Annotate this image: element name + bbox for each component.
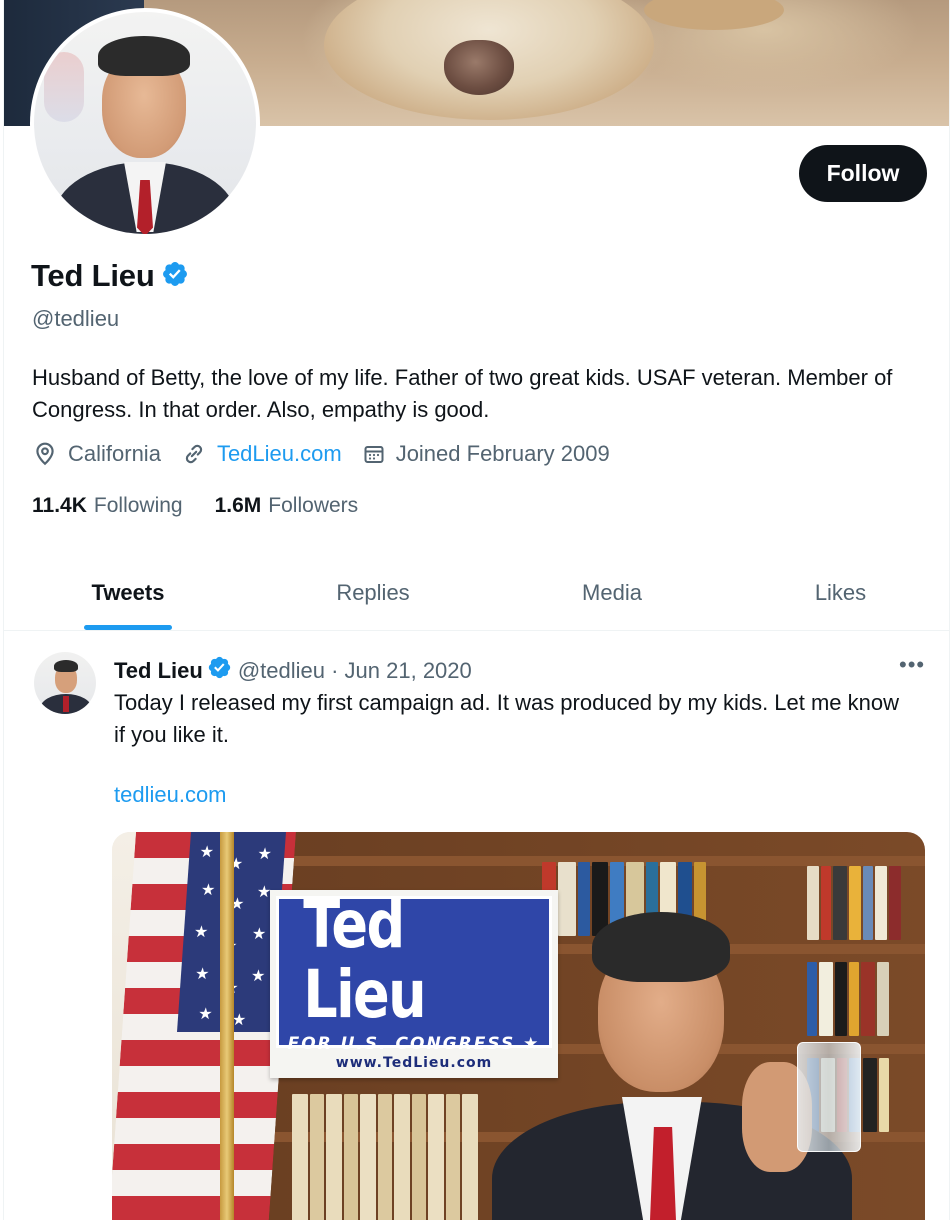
followers-label: Followers [268, 494, 359, 517]
tweet-item[interactable]: Ted Lieu @tedlieu · Jun 21, 2020 ••• Tod… [4, 632, 949, 1220]
tweet-author-name[interactable]: Ted Lieu [114, 658, 203, 684]
tweet-header: Ted Lieu @tedlieu · Jun 21, 2020 [114, 655, 472, 686]
following-count: 11.4K [32, 494, 87, 517]
us-flag-image: ★★★ ★★★ ★★★ ★★★ ★★ [112, 832, 296, 1220]
person-drinking-water [492, 912, 925, 1220]
avatar-photo [34, 12, 256, 234]
tweet-avatar[interactable] [34, 652, 96, 714]
tab-likes[interactable]: Likes [730, 556, 949, 630]
tweet-text: Today I released my first campaign ad. I… [114, 690, 900, 747]
calendar-icon [364, 446, 384, 463]
profile-name-row: Ted Lieu [31, 258, 189, 294]
joined-item: Joined February 2009 [362, 441, 610, 467]
profile-avatar[interactable] [30, 8, 260, 238]
followers-count-link[interactable]: 1.6M Followers [215, 494, 359, 518]
tweet-video-thumbnail[interactable]: ★★★ ★★★ ★★★ ★★★ ★★ Ted Lieu FOR U.S. CON… [112, 832, 925, 1220]
tweet-link[interactable]: tedlieu.com [114, 782, 227, 808]
profile-page: Follow Ted Lieu @tedlieu Husband of Bett… [3, 0, 950, 1220]
profile-meta: California TedLieu.com Joined February 2… [32, 441, 630, 467]
verified-badge-icon[interactable] [161, 260, 189, 293]
verified-badge-icon [207, 655, 232, 686]
profile-tabs: Tweets Replies Media Likes [4, 556, 949, 631]
profile-counts: 11.4K Following 1.6M Followers [32, 494, 390, 518]
tab-replies[interactable]: Replies [252, 556, 494, 630]
website-item[interactable]: TedLieu.com [181, 441, 342, 467]
joined-text: Joined February 2009 [395, 441, 610, 466]
follow-button[interactable]: Follow [799, 145, 927, 202]
profile-handle: @tedlieu [32, 306, 120, 331]
profile-name: Ted Lieu [31, 258, 155, 293]
more-options-icon[interactable]: ••• [899, 652, 925, 678]
location-text: California [68, 441, 161, 466]
location-pin-icon [36, 442, 54, 466]
tab-tweets[interactable]: Tweets [4, 556, 252, 630]
following-label: Following [93, 494, 183, 517]
tab-media[interactable]: Media [494, 556, 730, 630]
link-icon [185, 444, 203, 464]
profile-bio: Husband of Betty, the love of my life. F… [32, 365, 893, 422]
tweet-handle-date[interactable]: @tedlieu · Jun 21, 2020 [238, 658, 472, 684]
website-link[interactable]: TedLieu.com [217, 441, 342, 467]
location-item: California [32, 441, 161, 467]
followers-count: 1.6M [214, 494, 262, 517]
following-count-link[interactable]: 11.4K Following [32, 494, 183, 518]
